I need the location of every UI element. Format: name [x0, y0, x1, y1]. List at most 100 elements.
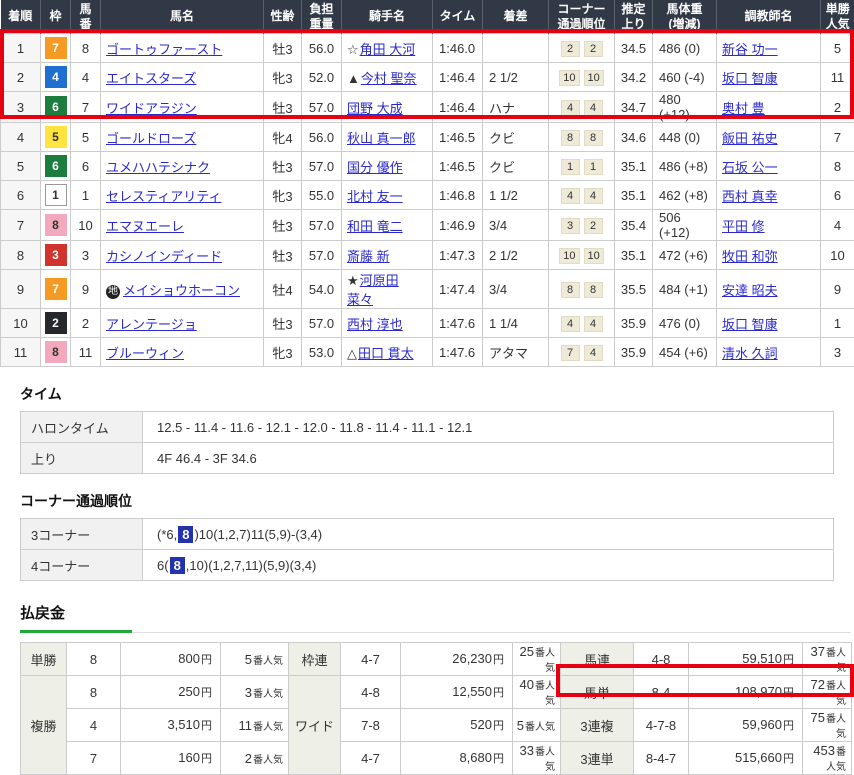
horse-name-cell: カシノインディード — [101, 241, 264, 270]
jockey-link[interactable]: 秋山 真一郎 — [347, 131, 416, 146]
horse-name-cell: ブルーウィン — [101, 338, 264, 367]
trifecta-amount: 515,660円 — [689, 742, 803, 775]
place-favorite: 3番人気 — [221, 676, 289, 709]
corner4-label: 4コーナー — [21, 550, 143, 581]
result-row: 6 1 1 セレスティアリティ 牝3 55.0 北村 友一 1:46.8 1 1… — [1, 181, 854, 210]
jockey-link[interactable]: 西村 淳也 — [347, 317, 403, 332]
jockey-link[interactable]: 斎藤 新 — [347, 249, 390, 264]
jockey-link[interactable]: 田口 貫太 — [358, 346, 414, 361]
frame-number-badge: 7 — [45, 37, 67, 59]
place-combo: 4 — [67, 709, 121, 742]
frame-number-badge: 6 — [45, 155, 67, 177]
sex-age: 牝3 — [264, 63, 302, 92]
jockey-link[interactable]: 今村 聖奈 — [361, 71, 417, 86]
margin: クビ — [483, 152, 549, 181]
trio-favorite: 75番人気 — [803, 709, 852, 742]
column-header: 馬体重 (増減) — [653, 0, 717, 34]
jockey-link[interactable]: 団野 大成 — [347, 101, 403, 116]
corner4-position: 8 — [584, 130, 603, 146]
column-header: 性齢 — [264, 0, 302, 34]
trainer-link[interactable]: 安達 昭夫 — [722, 283, 778, 298]
place-amount: 250円 — [121, 676, 221, 709]
sex-age: 牡4 — [264, 270, 302, 309]
corner4-order: 6(8,10)(1,2,7,11)(5,9)(3,4) — [143, 550, 834, 581]
result-row: 3 6 7 ワイドアラジン 牡3 57.0 団野 大成 1:46.4 ハナ 44… — [1, 92, 854, 123]
horse-name-link[interactable]: カシノインディード — [106, 249, 222, 264]
result-row: 11 8 11 ブルーウィン 牝3 53.0 △田口 貫太 1:47.6 アタマ… — [1, 338, 854, 367]
carried-weight: 53.0 — [302, 338, 342, 367]
horse-number: 5 — [71, 123, 101, 152]
jockey-link[interactable]: 国分 優作 — [347, 160, 403, 175]
horse-number: 4 — [71, 63, 101, 92]
trio-amount: 59,960円 — [689, 709, 803, 742]
horse-number: 11 — [71, 338, 101, 367]
corner-order-section: コーナー通過順位 3コーナー (*6,8)10(1,2,7)11(5,9)-(3… — [20, 491, 854, 581]
sex-age: 牡3 — [264, 241, 302, 270]
trainer-link[interactable]: 坂口 智康 — [722, 317, 778, 332]
trainer-link[interactable]: 清水 久詞 — [722, 346, 778, 361]
corner3-position: 7 — [561, 345, 580, 361]
wide-amount: 520円 — [401, 709, 513, 742]
corner-positions: 44 — [549, 309, 615, 338]
horse-weight: 484 (+1) — [653, 270, 717, 309]
margin: 1 1/2 — [483, 181, 549, 210]
finish-position: 9 — [1, 270, 41, 309]
finish-time: 1:46.4 — [433, 63, 483, 92]
last-3f: 35.1 — [615, 181, 653, 210]
result-row: 10 2 2 アレンテージョ 牡3 57.0 西村 淳也 1:47.6 1 1/… — [1, 309, 854, 338]
carried-weight: 54.0 — [302, 270, 342, 309]
horse-name-link[interactable]: ゴートゥファースト — [106, 42, 222, 57]
wide-combo: 4-7 — [341, 742, 401, 775]
horse-name-link[interactable]: ワイドアラジン — [106, 101, 197, 116]
trainer-link[interactable]: 坂口 智康 — [722, 71, 778, 86]
corner3-position: 4 — [561, 316, 580, 332]
carried-weight: 57.0 — [302, 210, 342, 241]
corner4-position: 4 — [584, 316, 603, 332]
trainer-link[interactable]: 奥村 豊 — [722, 101, 765, 116]
wide-combo: 4-8 — [341, 676, 401, 709]
horse-name-cell: エイトスターズ — [101, 63, 264, 92]
jockey-link[interactable]: 北村 友一 — [347, 189, 403, 204]
place-favorite: 11番人気 — [221, 709, 289, 742]
wide-favorite: 33番人気 — [513, 742, 561, 775]
corner-positions: 32 — [549, 210, 615, 241]
horse-name-link[interactable]: ユメハハテシナク — [106, 160, 210, 175]
payout-title: 払戻金 — [20, 602, 854, 623]
corner4-position: 4 — [584, 100, 603, 116]
corner-positions: 88 — [549, 123, 615, 152]
corner4-position: 2 — [584, 41, 603, 57]
win-combo: 8 — [67, 643, 121, 676]
jockey-link[interactable]: 和田 竜二 — [347, 219, 403, 234]
trainer-link[interactable]: 新谷 功一 — [722, 42, 778, 57]
result-row: 7 8 10 エマヌエーレ 牡3 57.0 和田 竜二 1:46.9 3/4 3… — [1, 210, 854, 241]
trainer-cell: 新谷 功一 — [717, 34, 821, 63]
sex-age: 牡3 — [264, 34, 302, 63]
green-accent-bar — [20, 630, 132, 633]
horse-name-link[interactable]: エマヌエーレ — [106, 219, 184, 234]
jockey-link[interactable]: 角田 大河 — [360, 42, 416, 57]
corner4-position: 4 — [584, 188, 603, 204]
horse-name-link[interactable]: ブルーウィン — [106, 346, 184, 361]
frame-cell: 3 — [41, 241, 71, 270]
trainer-link[interactable]: 牧田 和弥 — [722, 249, 778, 264]
trainer-link[interactable]: 飯田 祐史 — [722, 131, 778, 146]
column-header: 着差 — [483, 0, 549, 34]
margin: 1 1/4 — [483, 309, 549, 338]
horse-name-link[interactable]: アレンテージョ — [106, 317, 197, 332]
jockey-cell: 国分 優作 — [342, 152, 433, 181]
horse-name-link[interactable]: エイトスターズ — [106, 71, 196, 86]
horse-weight: 480 (+12) — [653, 92, 717, 123]
trainer-link[interactable]: 平田 修 — [722, 219, 765, 234]
horse-name-link[interactable]: セレスティアリティ — [106, 189, 221, 204]
horse-name-link[interactable]: ゴールドローズ — [106, 131, 196, 146]
frame-number-badge: 8 — [45, 214, 67, 236]
finish-time: 1:46.8 — [433, 181, 483, 210]
finish-position: 6 — [1, 181, 41, 210]
corner3-position: 8 — [561, 282, 580, 298]
result-row: 8 3 3 カシノインディード 牡3 57.0 斎藤 新 1:47.3 2 1/… — [1, 241, 854, 270]
trainer-cell: 牧田 和弥 — [717, 241, 821, 270]
last-3f: 35.1 — [615, 152, 653, 181]
horse-name-link[interactable]: メイショウホーコン — [123, 283, 240, 298]
trainer-link[interactable]: 石坂 公一 — [722, 160, 778, 175]
trainer-link[interactable]: 西村 真幸 — [722, 189, 778, 204]
